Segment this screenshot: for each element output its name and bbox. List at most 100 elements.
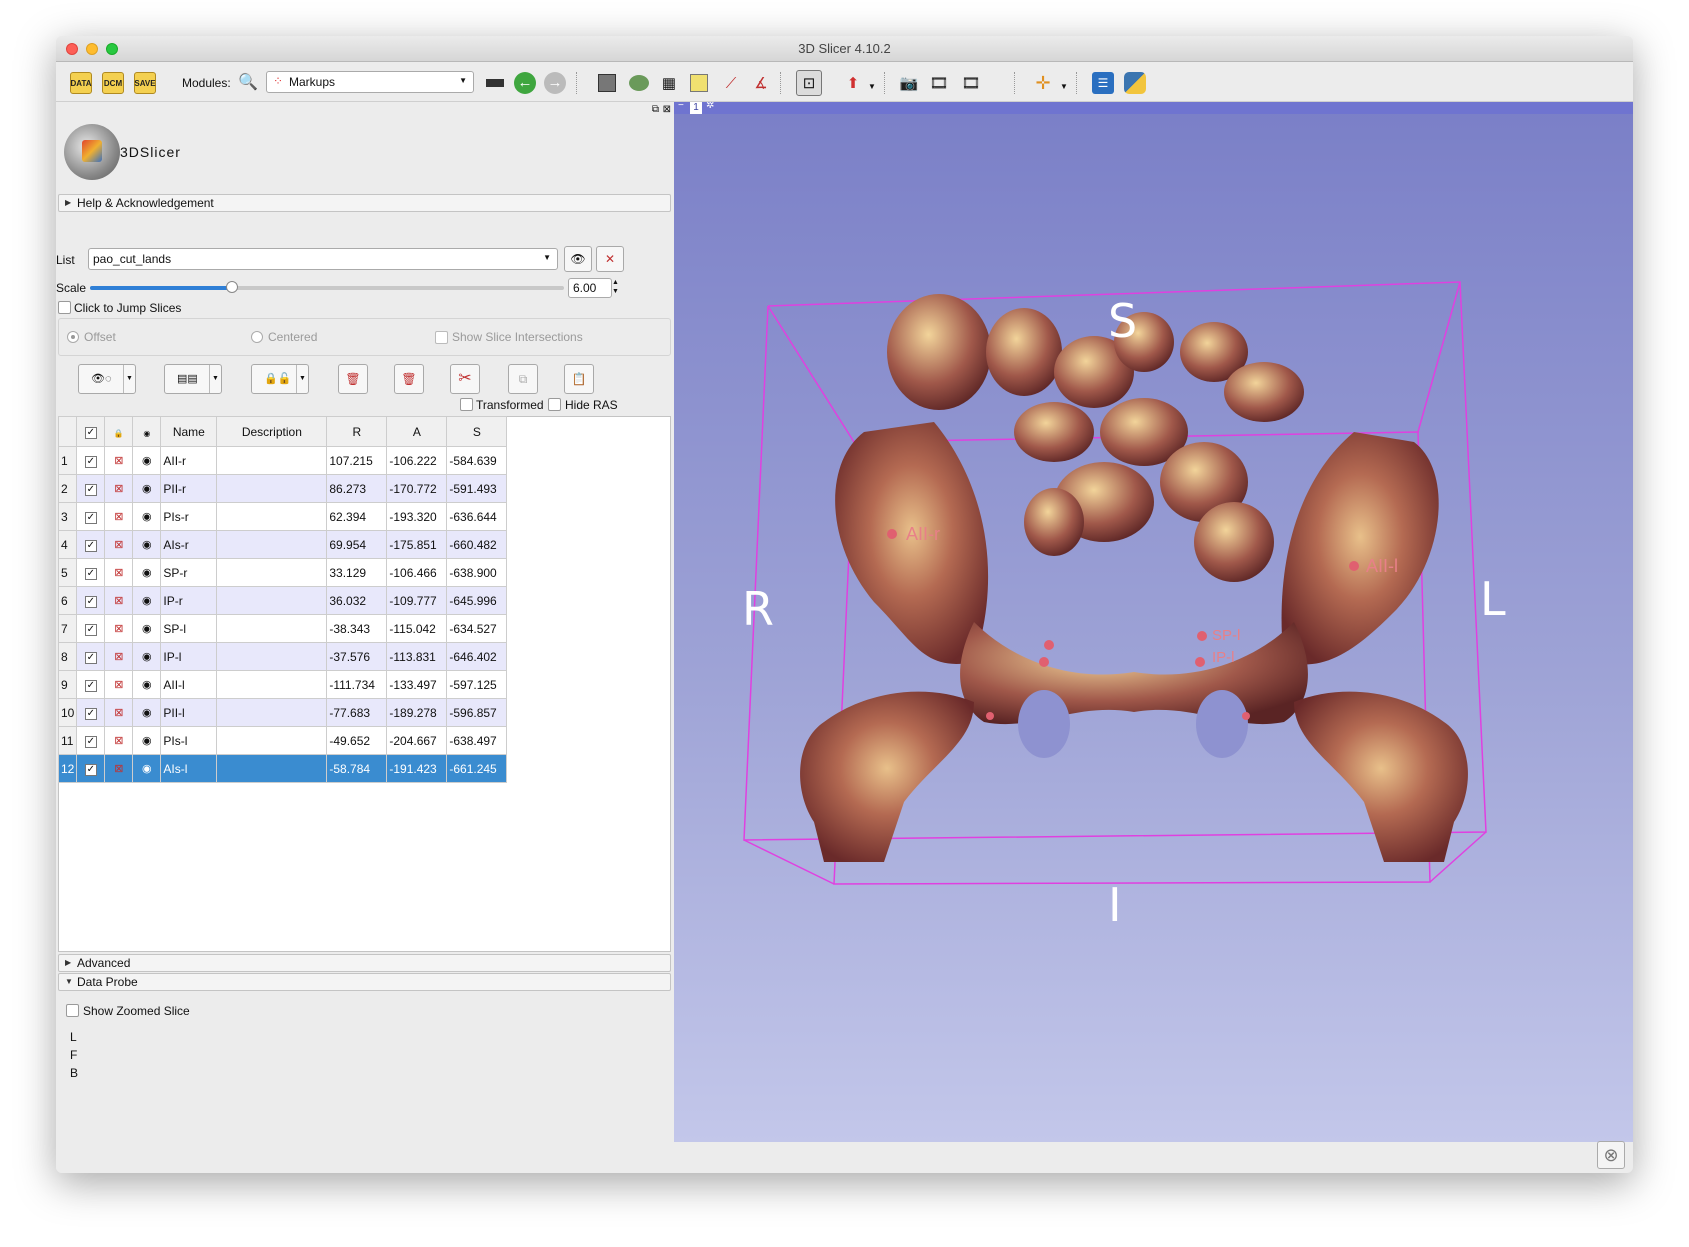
row-description[interactable] xyxy=(216,586,328,615)
row-r[interactable]: -58.784 xyxy=(326,754,388,783)
float-panel-icon[interactable]: ⧉ xyxy=(652,104,659,115)
scale-slider[interactable] xyxy=(90,281,564,293)
select-column-header[interactable]: ✓ xyxy=(76,416,106,447)
scale-slider-handle[interactable] xyxy=(226,281,239,293)
place-mode-dropdown[interactable]: ▼ xyxy=(868,82,876,91)
checkbox-checked-icon[interactable]: ✓ xyxy=(84,652,97,664)
fiducial-point[interactable] xyxy=(1195,657,1205,667)
table-row[interactable]: 8 ✓ ⊠ ◉ IP-l -37.576 -113.831 -646.402 xyxy=(57,642,508,671)
row-name[interactable]: AIs-l xyxy=(160,754,218,783)
row-description[interactable] xyxy=(216,502,328,531)
row-name[interactable]: PIs-r xyxy=(160,502,218,531)
row-select-cell[interactable]: ✓ xyxy=(76,558,106,587)
row-s[interactable]: -638.497 xyxy=(446,726,508,755)
row-s[interactable]: -638.900 xyxy=(446,558,508,587)
row-a[interactable]: -109.777 xyxy=(386,586,448,615)
volumes-button[interactable] xyxy=(594,70,620,96)
row-a[interactable]: -170.772 xyxy=(386,474,448,503)
row-s[interactable]: -646.402 xyxy=(446,642,508,671)
row-visibility-cell[interactable]: ◉ xyxy=(132,530,162,559)
s-column-header[interactable]: S xyxy=(446,416,508,447)
table-row[interactable]: 1 ✓ ⊠ ◉ AII-r 107.215 -106.222 -584.639 xyxy=(57,446,508,475)
angle-button[interactable]: ∡ xyxy=(748,70,774,96)
save-button[interactable]: SAVE xyxy=(132,70,158,96)
row-select-cell[interactable]: ✓ xyxy=(76,446,106,475)
r-column-header[interactable]: R xyxy=(326,416,388,447)
row-r[interactable]: -77.683 xyxy=(326,698,388,727)
spin-arrows-icon[interactable]: ▲ ▼ xyxy=(612,278,619,296)
data-probe-section[interactable]: ▼ Data Probe xyxy=(58,973,671,991)
checkbox-checked-icon[interactable]: ✓ xyxy=(84,540,97,552)
scale-spinbox[interactable]: 6.00 xyxy=(568,278,612,298)
row-select-cell[interactable]: ✓ xyxy=(76,502,106,531)
jump-slices-checkbox[interactable] xyxy=(58,301,71,314)
row-description[interactable] xyxy=(216,642,328,671)
row-description[interactable] xyxy=(216,558,328,587)
checkbox-checked-icon[interactable]: ✓ xyxy=(84,624,97,636)
row-r[interactable]: 36.032 xyxy=(326,586,388,615)
row-r[interactable]: -111.734 xyxy=(326,670,388,699)
checkbox-checked-icon[interactable]: ✓ xyxy=(84,764,97,776)
row-description[interactable] xyxy=(216,530,328,559)
checkbox-checked-icon[interactable]: ✓ xyxy=(84,736,97,748)
row-visibility-cell[interactable]: ◉ xyxy=(132,698,162,727)
row-number[interactable]: 11 xyxy=(57,726,78,755)
row-lock-cell[interactable]: ⊠ xyxy=(104,726,134,755)
row-visibility-cell[interactable]: ◉ xyxy=(132,558,162,587)
row-number[interactable]: 2 xyxy=(57,474,78,503)
row-a[interactable]: -191.423 xyxy=(386,754,448,783)
select-toggle-button[interactable]: ▤▤ ▼ xyxy=(164,364,222,394)
row-a[interactable]: -113.831 xyxy=(386,642,448,671)
row-lock-cell[interactable]: ⊠ xyxy=(104,614,134,643)
list-visibility-button[interactable]: 👁 xyxy=(564,246,592,272)
forward-button[interactable]: → xyxy=(542,70,568,96)
copy-button[interactable]: ⧉ xyxy=(508,364,538,394)
back-button[interactable]: ← xyxy=(512,70,538,96)
row-lock-cell[interactable]: ⊠ xyxy=(104,642,134,671)
models-button[interactable] xyxy=(626,70,652,96)
row-visibility-cell[interactable]: ◉ xyxy=(132,670,162,699)
table-row[interactable]: 6 ✓ ⊠ ◉ IP-r 36.032 -109.777 -645.996 xyxy=(57,586,508,615)
table-row[interactable]: 9 ✓ ⊠ ◉ AII-l -111.734 -133.497 -597.125 xyxy=(57,670,508,699)
fiducial-point[interactable] xyxy=(1197,631,1207,641)
chevron-down-icon[interactable]: ▼ xyxy=(296,365,308,393)
advanced-section[interactable]: ▶ Advanced xyxy=(58,954,671,972)
chevron-down-icon[interactable]: ▼ xyxy=(209,365,221,393)
row-name[interactable]: PII-l xyxy=(160,698,218,727)
row-lock-cell[interactable]: ⊠ xyxy=(104,474,134,503)
checkbox-checked-icon[interactable]: ✓ xyxy=(84,708,97,720)
row-description[interactable] xyxy=(216,474,328,503)
row-name[interactable]: AIs-r xyxy=(160,530,218,559)
row-select-cell[interactable]: ✓ xyxy=(76,726,106,755)
lock-toggle-button[interactable]: 🔒🔓 ▼ xyxy=(251,364,309,394)
search-icon[interactable]: 🔍 xyxy=(238,72,258,92)
row-visibility-cell[interactable]: ◉ xyxy=(132,726,162,755)
row-a[interactable]: -175.851 xyxy=(386,530,448,559)
table-row[interactable]: 5 ✓ ⊠ ◉ SP-r 33.129 -106.466 -638.900 xyxy=(57,558,508,587)
paste-button[interactable]: 📋 xyxy=(564,364,594,394)
crosshair-button[interactable]: ✛ xyxy=(1030,70,1056,96)
row-number[interactable]: 1 xyxy=(57,446,78,475)
row-s[interactable]: -597.125 xyxy=(446,670,508,699)
table-row[interactable]: 7 ✓ ⊠ ◉ SP-l -38.343 -115.042 -634.527 xyxy=(57,614,508,643)
row-number[interactable]: 4 xyxy=(57,530,78,559)
row-visibility-cell[interactable]: ◉ xyxy=(132,614,162,643)
ruler-button[interactable]: ⟋ xyxy=(718,70,744,96)
load-dicom-button[interactable]: DCM xyxy=(100,70,126,96)
row-a[interactable]: -106.466 xyxy=(386,558,448,587)
row-lock-cell[interactable]: ⊠ xyxy=(104,698,134,727)
row-a[interactable]: -189.278 xyxy=(386,698,448,727)
checkbox-checked-icon[interactable]: ✓ xyxy=(84,596,97,608)
list-lock-button[interactable]: ✕ xyxy=(596,246,624,272)
row-s[interactable]: -645.996 xyxy=(446,586,508,615)
centered-radio[interactable] xyxy=(251,331,263,343)
row-a[interactable]: -193.320 xyxy=(386,502,448,531)
row-description[interactable] xyxy=(216,446,328,475)
row-select-cell[interactable]: ✓ xyxy=(76,642,106,671)
row-lock-cell[interactable]: ⊠ xyxy=(104,530,134,559)
row-select-cell[interactable]: ✓ xyxy=(76,586,106,615)
zoom-window-button[interactable] xyxy=(106,43,118,55)
row-s[interactable]: -660.482 xyxy=(446,530,508,559)
fiducial-point[interactable] xyxy=(887,529,897,539)
extension-manager-button[interactable]: ☰ xyxy=(1090,70,1116,96)
